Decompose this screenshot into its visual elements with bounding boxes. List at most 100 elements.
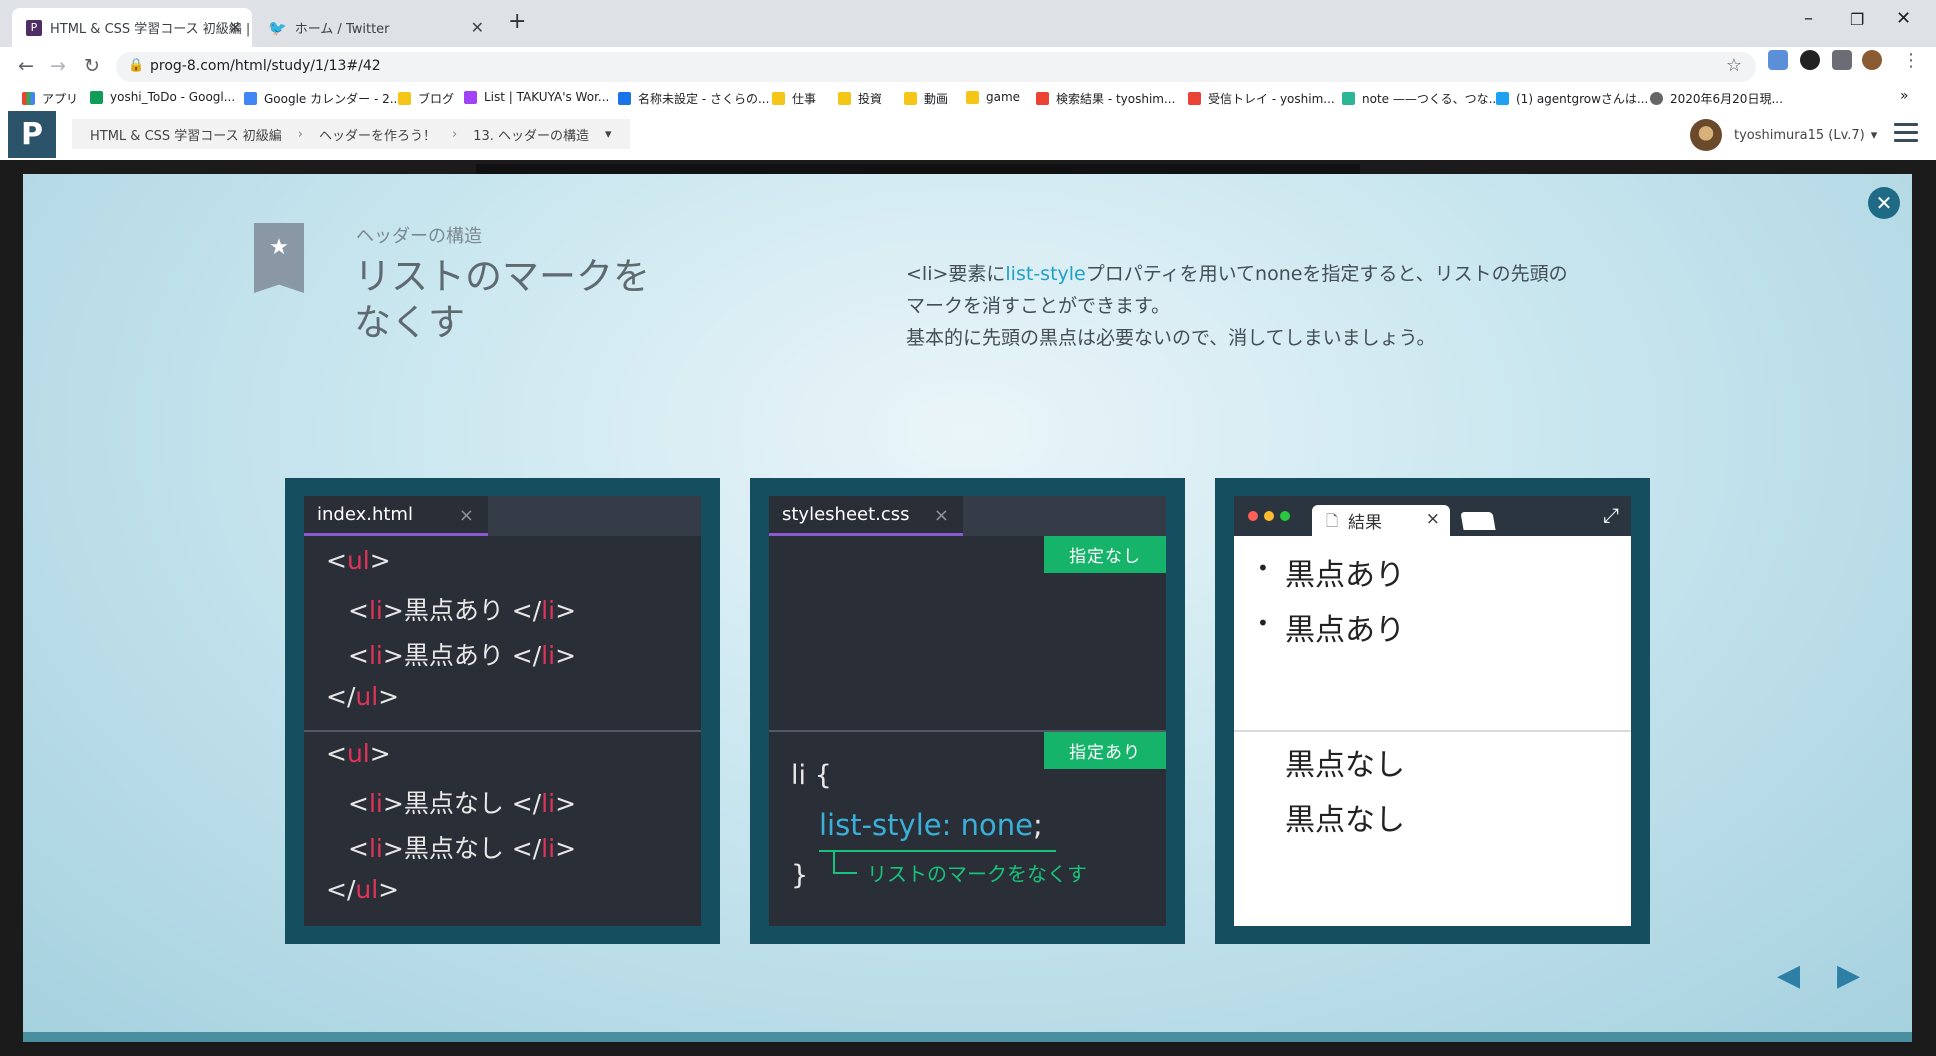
folder-icon <box>838 92 851 105</box>
bookmark-folder[interactable]: 投資 <box>838 90 882 107</box>
reload-icon[interactable]: ↻ <box>84 55 100 77</box>
breadcrumb-lesson[interactable]: 13. ヘッダーの構造 <box>473 125 589 144</box>
annotation-line <box>833 852 835 874</box>
note-icon <box>1342 92 1355 105</box>
user-menu[interactable]: tyoshimura15 (Lv.7) ▾ <box>1690 119 1877 151</box>
breadcrumb-chapter[interactable]: ヘッダーを作ろう！ <box>319 125 436 144</box>
bookmark-item[interactable]: note ——つくる、つな... <box>1342 90 1500 107</box>
more-bookmarks-button[interactable]: » <box>1900 88 1909 104</box>
minimize-button[interactable]: – <box>1804 8 1813 29</box>
close-icon: × <box>933 505 949 526</box>
file-tab-index-html: index.html × <box>304 496 488 536</box>
twitter-icon <box>1496 92 1509 105</box>
result-tab: 🗋 結果 × <box>1312 505 1450 536</box>
browser-tab-twitter[interactable]: 🐦 ホーム / Twitter ✕ <box>254 8 494 47</box>
code-line: </ul> <box>326 682 400 711</box>
bookmark-folder[interactable]: 動画 <box>904 90 948 107</box>
apps-grid-icon <box>22 92 35 105</box>
result-viewport: • 黒点あり • 黒点あり 黒点なし 黒点なし <box>1234 536 1631 926</box>
folder-icon <box>966 90 979 104</box>
bookmark-star-icon[interactable]: ☆ <box>1726 55 1742 76</box>
chevron-right-icon: › <box>297 126 303 142</box>
close-slide-button[interactable]: ✕ <box>1868 187 1900 219</box>
restore-button[interactable]: ❐ <box>1850 10 1864 29</box>
list-bullet: • <box>1257 611 1269 635</box>
close-tab-icon[interactable]: ✕ <box>229 18 242 37</box>
code-line: <li>黒点あり </li> <box>348 641 577 670</box>
bookmark-item[interactable]: 2020年6月20日現... <box>1650 90 1783 107</box>
star-icon: ★ <box>269 235 289 260</box>
address-bar[interactable]: 🔒 prog-8.com/html/study/1/13#/42 ☆ <box>116 52 1756 82</box>
breadcrumb-course[interactable]: HTML & CSS 学習コース 初級編 <box>90 125 282 144</box>
video-strip <box>476 164 1360 174</box>
close-icon: × <box>1425 509 1440 529</box>
next-slide-button[interactable]: ▶ <box>1837 958 1860 993</box>
badge-with-style: 指定あり <box>1044 732 1166 769</box>
browser-tab-progate[interactable]: P HTML & CSS 学習コース 初級編 | ✕ <box>12 8 252 47</box>
close-window-button[interactable]: ✕ <box>1896 8 1911 29</box>
prev-slide-button[interactable]: ◀ <box>1777 958 1800 993</box>
puzzle-icon[interactable] <box>1832 50 1852 70</box>
new-tab-icon <box>1460 512 1496 530</box>
expand-icon: ⤢ <box>1603 503 1619 527</box>
window-dot-icon <box>1264 511 1274 521</box>
underline <box>819 850 1056 852</box>
twitter-icon: 🐦 <box>268 18 287 37</box>
bookmark-folder[interactable]: 仕事 <box>772 90 816 107</box>
profile-avatar[interactable] <box>1862 50 1882 70</box>
extension-icon[interactable] <box>1800 50 1820 70</box>
dropdown-caret-icon[interactable]: ▾ <box>605 127 612 142</box>
bookmark-item[interactable]: yoshi_ToDo - Googl... <box>90 90 235 104</box>
forward-icon[interactable]: → <box>50 55 66 77</box>
annotation-text: リストのマークをなくす <box>867 862 1087 886</box>
list-item: 黒点あり <box>1285 613 1405 648</box>
bookmark-item[interactable]: 検索結果 - tyoshim... <box>1036 90 1175 107</box>
code-line: <ul> <box>326 546 391 575</box>
bookmark-folder[interactable]: game <box>966 90 1020 104</box>
hamburger-menu-icon[interactable] <box>1894 123 1918 143</box>
code-line: <li>黒点なし </li> <box>348 789 577 818</box>
calendar-icon <box>244 92 257 105</box>
css-selector: li { <box>791 760 832 791</box>
code-line: <li>黒点あり </li> <box>348 596 577 625</box>
breadcrumb: HTML & CSS 学習コース 初級編 › ヘッダーを作ろう！ › 13. ヘ… <box>72 119 630 149</box>
document-icon: 🗋 <box>1326 512 1339 530</box>
file-tab-stylesheet-css: stylesheet.css × <box>769 496 963 536</box>
progate-logo[interactable]: P <box>8 111 56 158</box>
slide-progress-bar <box>23 1032 1912 1042</box>
globe-icon <box>1650 92 1663 105</box>
bookmark-folder[interactable]: ブログ <box>398 90 454 107</box>
folder-icon <box>398 92 411 105</box>
bookmark-item[interactable]: 名称未設定 - さくらの... <box>618 90 769 107</box>
folder-icon <box>772 92 785 105</box>
slide-subtitle: ヘッダーの構造 <box>356 226 482 247</box>
close-tab-icon[interactable]: ✕ <box>471 18 484 37</box>
avatar <box>1690 119 1722 151</box>
bookmark-slide-button[interactable]: ★ <box>254 223 304 293</box>
extension-icon[interactable] <box>1768 50 1788 70</box>
tab-label: HTML & CSS 学習コース 初級編 | <box>50 22 251 37</box>
badge-no-style: 指定なし <box>1044 536 1166 573</box>
bookmark-item[interactable]: 受信トレイ - yoshim... <box>1188 90 1335 107</box>
chevron-right-icon: › <box>452 126 458 142</box>
html-editor-panel: index.html × <ul> <li>黒点あり </li> <li>黒点あり… <box>285 478 720 944</box>
bookmark-apps[interactable]: アプリ <box>22 90 78 107</box>
bookmark-item[interactable]: List | TAKUYA's Wor... <box>464 90 609 104</box>
progate-icon: P <box>26 19 42 36</box>
bookmark-item[interactable]: (1) agentgrowさんは... <box>1496 90 1648 107</box>
list-item: 黒点あり <box>1285 558 1405 593</box>
tab-label: ホーム / Twitter <box>294 22 390 37</box>
highlight-term: list-style <box>1005 263 1086 285</box>
browser-menu-icon[interactable]: ⋮ <box>1902 50 1920 71</box>
folder-icon <box>904 92 917 105</box>
site-icon <box>618 92 631 105</box>
new-tab-button[interactable]: + <box>508 9 526 34</box>
divider <box>304 730 701 732</box>
sheets-icon <box>90 90 103 104</box>
css-close-brace: } <box>791 860 809 891</box>
back-icon[interactable]: ← <box>18 55 34 77</box>
lock-icon: 🔒 <box>128 58 145 73</box>
title-line: リストのマークを <box>354 255 650 298</box>
site-header: P HTML & CSS 学習コース 初級編 › ヘッダーを作ろう！ › 13.… <box>0 111 1936 161</box>
bookmark-item[interactable]: Google カレンダー - 2... <box>244 90 401 107</box>
